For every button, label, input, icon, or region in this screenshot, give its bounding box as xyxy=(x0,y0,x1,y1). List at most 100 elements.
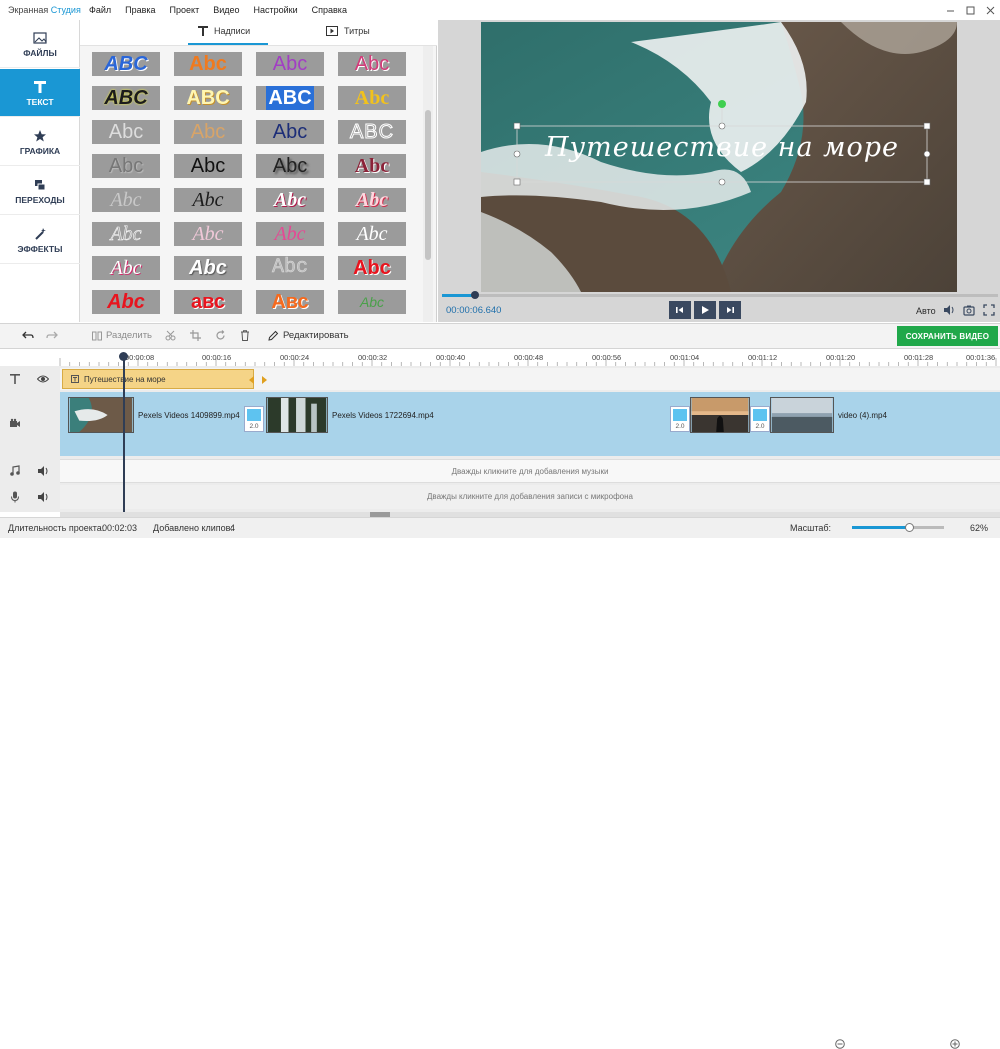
ruler-label: 00:01:12 xyxy=(748,353,778,362)
play-icon xyxy=(702,306,709,314)
zoom-in-icon[interactable] xyxy=(950,1039,960,1049)
menu-file[interactable]: Файл xyxy=(82,5,118,15)
resize-arrows-icon[interactable] xyxy=(249,375,267,385)
text-clip[interactable]: Путешествие на море xyxy=(62,369,267,389)
nav-transitions[interactable]: ПЕРЕХОДЫ xyxy=(0,167,80,215)
nav-files[interactable]: ФАЙЛЫ xyxy=(0,20,80,68)
menu-settings[interactable]: Настройки xyxy=(247,5,305,15)
fullscreen-icon[interactable] xyxy=(983,304,995,316)
redo-button[interactable] xyxy=(46,330,58,340)
text-style-tile[interactable]: Abc xyxy=(92,188,160,212)
text-style-tile[interactable]: ABC xyxy=(92,86,160,110)
playhead[interactable] xyxy=(123,354,125,512)
text-style-tile[interactable]: авс xyxy=(174,290,242,314)
menu-help[interactable]: Справка xyxy=(305,5,354,15)
play-box-icon xyxy=(326,26,338,36)
text-style-tile[interactable]: Abc xyxy=(174,256,242,280)
clips-count: 4 xyxy=(230,523,236,533)
video-clip-thumbnail-a[interactable] xyxy=(690,396,750,434)
current-time: 00:00:06.640 xyxy=(446,305,502,316)
text-style-tile[interactable]: Abc xyxy=(338,256,406,280)
delete-button[interactable] xyxy=(240,330,250,341)
next-frame-button[interactable] xyxy=(719,301,741,319)
zoom-slider-knob[interactable] xyxy=(905,523,914,532)
video-clip[interactable]: Pexels Videos 1409899.mp4 xyxy=(68,396,240,434)
video-camera-icon xyxy=(10,418,20,427)
video-preview[interactable]: Путешествие на море xyxy=(481,22,957,292)
nav-graphics[interactable]: ГРАФИКА xyxy=(0,118,80,166)
nav-effects[interactable]: ЭФФЕКТЫ xyxy=(0,216,80,264)
text-style-tile[interactable]: Abc xyxy=(338,52,406,76)
cut-button[interactable] xyxy=(165,330,176,341)
camera-icon[interactable] xyxy=(963,304,975,316)
preview-overlay-text[interactable]: Путешествие на море xyxy=(517,132,927,163)
text-style-tile[interactable]: Авс xyxy=(256,290,324,314)
text-style-tile[interactable]: Abc xyxy=(92,222,160,246)
undo-button[interactable] xyxy=(22,330,34,340)
quality-auto[interactable]: Авто xyxy=(916,306,936,316)
tab-captions[interactable]: Надписи xyxy=(198,26,250,36)
text-style-tile[interactable]: Abc xyxy=(256,256,324,280)
text-style-tile[interactable]: Abc xyxy=(338,222,406,246)
save-video-button[interactable]: СОХРАНИТЬ ВИДЕО xyxy=(897,326,998,346)
close-button[interactable] xyxy=(983,3,997,17)
transition-marker[interactable]: 2.0 xyxy=(244,406,264,432)
styles-scrollbar-thumb[interactable] xyxy=(425,110,431,260)
split-button[interactable]: Разделить xyxy=(92,330,152,341)
transition-marker[interactable]: 2.0 xyxy=(750,406,770,432)
text-style-tile[interactable]: Abc xyxy=(338,290,406,314)
text-style-tile[interactable]: ABC xyxy=(174,86,242,110)
playhead-handle[interactable] xyxy=(119,352,128,361)
text-style-tile[interactable]: Abc xyxy=(92,120,160,144)
text-styles-panel: Надписи Титры ABC Abc Abc Abc ABC ABC AB… xyxy=(80,20,437,322)
nav-text[interactable]: ТЕКСТ xyxy=(0,69,80,117)
text-style-tile[interactable]: Abc xyxy=(174,188,242,212)
preview-progress-knob[interactable] xyxy=(471,291,479,299)
edit-button[interactable]: Редактировать xyxy=(268,330,349,341)
text-style-tile[interactable]: Abc xyxy=(92,290,160,314)
text-style-tile[interactable]: Abc xyxy=(338,188,406,212)
timeline-ruler[interactable]: 00:00:08 00:00:16 00:00:24 00:00:32 00:0… xyxy=(0,350,1000,366)
video-clip[interactable]: video (4).mp4 xyxy=(770,396,887,434)
text-style-tile[interactable]: ABC xyxy=(256,86,324,110)
text-style-tile[interactable]: Abc xyxy=(256,52,324,76)
video-clip[interactable]: Pexels Videos 1722694.mp4 xyxy=(266,396,434,434)
crop-button[interactable] xyxy=(190,330,201,341)
text-style-tile[interactable]: Abc xyxy=(174,120,242,144)
text-style-tile[interactable]: ABC xyxy=(338,120,406,144)
text-style-tile[interactable]: Abc xyxy=(256,120,324,144)
speaker-icon[interactable] xyxy=(37,465,49,477)
text-style-tile[interactable]: Abc xyxy=(174,154,242,178)
text-style-tile[interactable]: Abc xyxy=(174,222,242,246)
text-style-tile[interactable]: Abc xyxy=(174,52,242,76)
preview-progress-track[interactable] xyxy=(442,294,998,297)
transition-marker[interactable]: 2.0 xyxy=(670,406,690,432)
zoom-out-icon[interactable] xyxy=(835,1039,845,1049)
microphone-lane[interactable]: Дважды кликните для добавления записи с … xyxy=(60,485,1000,509)
text-style-tile[interactable]: Abc xyxy=(256,188,324,212)
text-style-tile[interactable]: Abc xyxy=(338,86,406,110)
prev-frame-button[interactable] xyxy=(669,301,691,319)
play-button[interactable] xyxy=(694,301,716,319)
speaker-icon[interactable] xyxy=(37,491,49,503)
text-style-tile[interactable]: Abc xyxy=(256,154,324,178)
menu-video[interactable]: Видео xyxy=(206,5,246,15)
menu-edit[interactable]: Правка xyxy=(118,5,162,15)
skip-back-icon xyxy=(676,307,683,313)
tab-titles[interactable]: Титры xyxy=(326,26,370,36)
minimize-button[interactable] xyxy=(943,3,957,17)
text-style-tile[interactable]: Abc xyxy=(338,154,406,178)
volume-icon[interactable] xyxy=(943,304,955,316)
clips-label: Добавлено клипов: xyxy=(153,523,233,533)
text-style-tile[interactable]: Abc xyxy=(92,154,160,178)
eye-icon[interactable] xyxy=(37,373,49,385)
text-style-tile[interactable]: Abc xyxy=(92,256,160,280)
text-style-tile[interactable]: ABC xyxy=(92,52,160,76)
text-style-tile[interactable]: Abc xyxy=(256,222,324,246)
maximize-button[interactable] xyxy=(963,3,977,17)
music-lane[interactable]: Дважды кликните для добавления музыки xyxy=(60,459,1000,483)
clip-thumbnail xyxy=(690,397,750,433)
rotate-button[interactable] xyxy=(215,330,226,341)
timeline: Путешествие на море Pexels Videos 140989… xyxy=(0,366,1000,512)
menu-project[interactable]: Проект xyxy=(163,5,207,15)
